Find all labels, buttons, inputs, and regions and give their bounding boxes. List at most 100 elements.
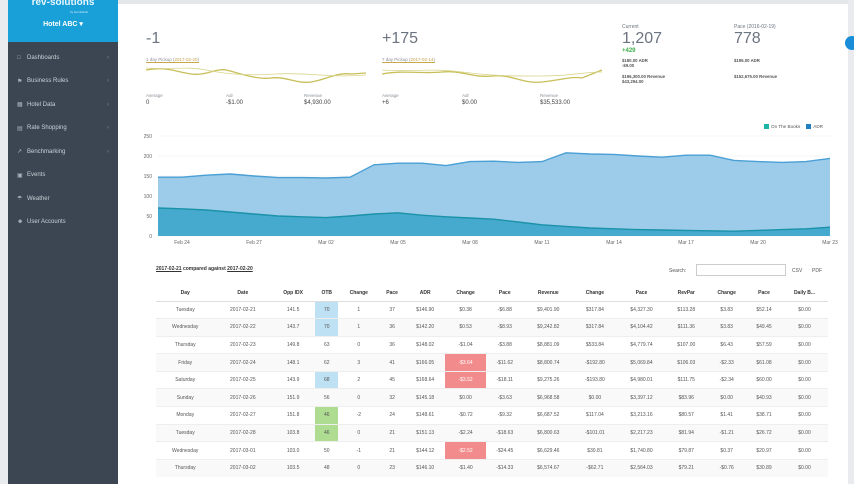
pace-adr: $195.00 ADR [734,58,760,63]
table-cell: 2017-02-25 [214,370,272,389]
table-cell: $0.00 [572,388,617,407]
column-header[interactable]: Pace [379,285,406,302]
column-header[interactable]: Pace [747,285,781,302]
table-row[interactable]: Tuesday 2017-02-28 103.8 46 0 21 $151.13 -$2.24… [156,423,828,442]
table-cell: $30.81 [572,441,617,460]
sidebar-item-label: Events [27,172,46,179]
sidebar-item-weather[interactable]: ☂ Weather [8,187,118,211]
column-header[interactable]: Daily B... [781,285,828,302]
current-revenue-delta: $43,294.00 [622,79,644,84]
table-cell: 151.9 [271,388,315,407]
table-cell: -$2.33 [706,353,748,372]
sidebar-item-user-accounts[interactable]: ☻ User Accounts [8,211,118,235]
column-header[interactable]: Pace [616,285,667,302]
table-cell: $0.00 [781,370,828,389]
table-cell: $79.87 [666,441,707,460]
current-delta: +429 [622,48,636,54]
sidebar-item-business-rules[interactable]: ⚑ Business Rules ‹ [8,70,118,94]
kpi1-rev-label: Revenue [304,93,323,98]
legend-item[interactable]: ADR [806,124,823,130]
table-row[interactable]: Saturday 2017-02-25 143.9 68 2 45 $168.64 -$3.5… [156,370,828,389]
brand-header[interactable]: rev-solutions by kendrahiel Hotel ABC ▾ [8,0,118,42]
table-cell: $2,564.03 [616,458,667,477]
table-cell: $142.20 [405,318,446,337]
table-cell: -$2.24 [445,423,486,442]
table-cell: Tuesday [156,300,215,319]
table-row[interactable]: Tuesday 2017-02-21 141.5 70 1 37 $146.90 $0.38-… [156,300,828,319]
sidebar-item-hotel-data[interactable]: ▦ Hotel Data ‹ [8,93,118,117]
table-cell: $146.10 [405,458,446,477]
column-header[interactable]: Change [706,285,748,302]
table-cell: 37 [379,300,406,319]
column-header[interactable]: Date [214,285,272,302]
compare-date-b[interactable]: 2017-02-20 [227,266,253,272]
sidebar-item-dashboards[interactable]: □ Dashboards ‹ [8,46,118,70]
table-row[interactable]: Sunday 2017-02-26 151.9 56 0 32 $145.18 $0.00 -$… [156,388,828,407]
kpi2-avg-value: +6 [382,100,389,106]
table-row[interactable]: Wednesday 2017-02-22 143.7 70 1 36 $142.20 $0.5… [156,318,828,337]
table-row[interactable]: Wednesday 2017-03-01 103.0 50 -1 21 $144.12 -$2… [156,441,828,460]
data-point [181,208,182,209]
sidebar-item-benchmarking[interactable]: ↗ Benchmarking ‹ [8,140,118,164]
table-row[interactable]: Monday 2017-02-27 151.8 46 -2 24 $148.61 -$0.72… [156,406,828,425]
chart-canvas: 0 50 100 150 200 250 Feb 24 Feb 27 Mar 02 Mar 05 M… [144,134,838,246]
export-pdf-button[interactable]: PDF [812,268,822,274]
chevron-left-icon: ‹ [107,54,109,61]
column-header[interactable]: Day [156,285,215,302]
column-header[interactable]: RevPar [666,285,707,302]
data-point [373,164,374,165]
compare-date-a[interactable]: 2017-02-21 [156,266,182,272]
export-csv-button[interactable]: CSV [792,268,802,274]
column-header[interactable]: Revenue [523,285,573,302]
table-row[interactable]: Friday 2017-02-24 148.1 62 3 41 $166.05 -$3.64-… [156,353,828,372]
column-header[interactable]: Change [572,285,617,302]
data-point [157,207,158,208]
table-cell: -1 [338,441,380,460]
column-header[interactable]: OTB [315,285,339,302]
table-cell: 1 [338,300,380,319]
column-header[interactable]: Opp IDX [271,285,315,302]
table-cell: $1.41 [706,406,748,425]
legend-item[interactable]: On The Books [764,124,800,130]
table-row[interactable]: Thursday 2017-03-02 103.5 48 0 23 $146.10 -$1.4… [156,458,828,477]
table-cell: 1 [338,318,380,337]
sidebar-item-events[interactable]: ▣ Events [8,164,118,188]
kpi-1day-stats: Average 0 Adr -$1.00 Revenue $4,930.00 [146,93,384,106]
column-header[interactable]: Pace [485,285,524,302]
table-cell: $6,629.46 [523,441,573,460]
table-cell: 0 [338,388,380,407]
current-panel: Current 1,207 +429 $180.00 ADR -$9.00 $1… [622,24,665,84]
data-point [781,162,782,163]
column-header[interactable]: Change [445,285,486,302]
data-point [325,177,326,178]
table-cell: $0.00 [781,388,828,407]
column-header[interactable]: Change [338,285,380,302]
table-cell: -$3.63 [485,388,524,407]
current-value: 1,207 [622,30,663,47]
table-cell: -$2.52 [445,441,486,460]
sidebar-item-rate-shopping[interactable]: ▤ Rate Shopping ‹ [8,117,118,141]
data-point [709,230,710,231]
table-cell: $81.94 [666,423,707,442]
data-point [589,227,590,228]
table-cell: $0.38 [445,300,486,319]
chart-legend[interactable]: On The Books ADR [764,124,823,130]
table-cell: Sunday [156,388,215,407]
table-cell: $0.00 [781,318,828,337]
floating-action-button[interactable] [845,36,854,50]
x-tick-label: Mar 17 [678,240,694,246]
hotel-selector[interactable]: Hotel ABC ▾ [8,20,118,28]
weather-icon: ☂ [17,196,23,203]
table-cell: 143.7 [271,318,315,337]
column-header[interactable]: ADR [405,285,446,302]
kpi1-rev-value: $4,930.00 [304,100,331,106]
x-tick-label: Mar 11 [534,240,549,246]
table-cell: $80.57 [666,406,707,425]
data-point [421,163,422,164]
data-point [253,213,254,214]
table-row[interactable]: Thursday 2017-02-23 149.8 63 0 36 $148.02 -$1.0… [156,335,828,354]
table-cell: $0.00 [781,441,828,460]
sidebar-item-label: Benchmarking [27,148,66,155]
table-cell: $317.84 [572,300,617,319]
search-input[interactable] [696,264,786,276]
